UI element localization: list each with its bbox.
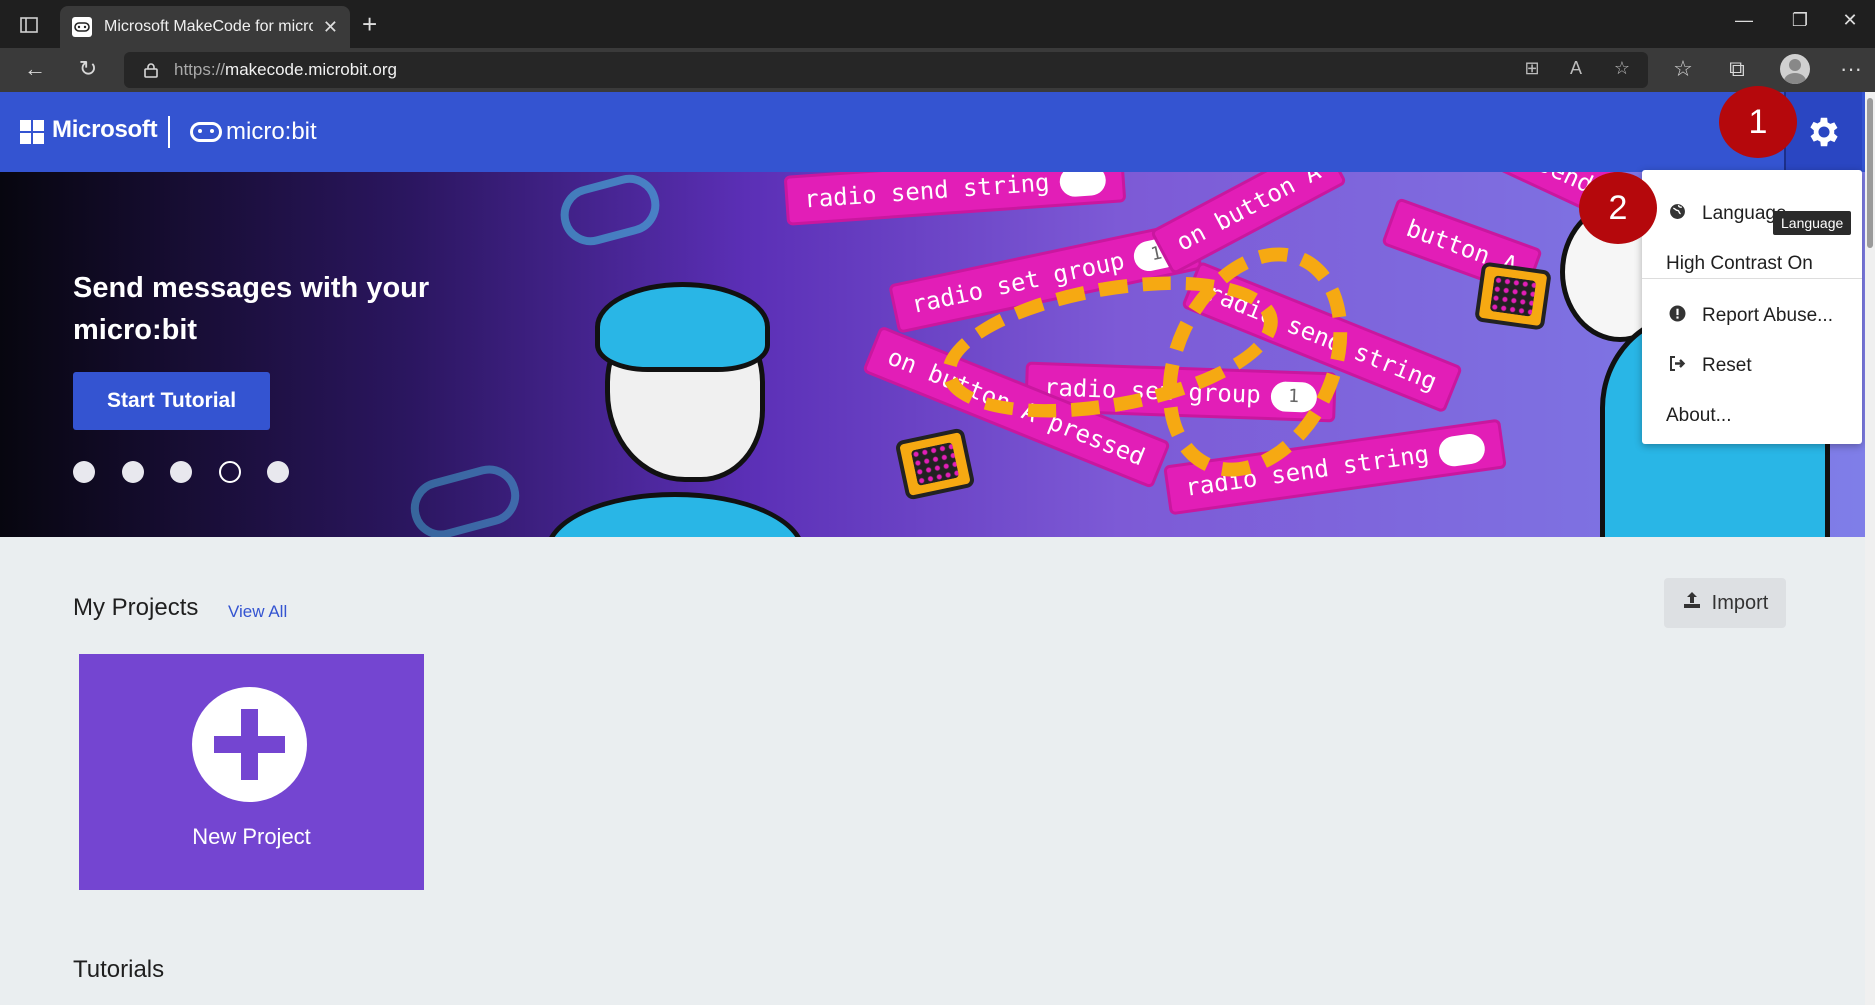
microbit-outline-decoration [404, 458, 526, 537]
header-divider [168, 116, 170, 148]
carousel-dot[interactable] [170, 461, 192, 483]
microbit-logo[interactable]: micro:bit [190, 118, 317, 146]
collections-icon[interactable]: ⧉ [1722, 56, 1752, 82]
carousel-dot[interactable] [122, 461, 144, 483]
microbit-device-icon [894, 427, 976, 501]
new-project-card[interactable]: New Project [79, 654, 424, 890]
tab-title: Microsoft MakeCode for micro:bit [104, 18, 313, 35]
profile-avatar[interactable] [1780, 54, 1810, 84]
app-available-icon[interactable]: ⊞ [1518, 58, 1546, 79]
menu-item-about[interactable]: About... [1642, 396, 1862, 436]
upload-icon [1682, 590, 1702, 616]
microsoft-logo-icon[interactable] [20, 120, 44, 144]
window-close-icon[interactable]: ✕ [1830, 10, 1870, 31]
menu-item-report-abuse[interactable]: Report Abuse... [1642, 296, 1862, 336]
address-bar[interactable]: https://makecode.microbit.org ⊞ A ☆ [124, 52, 1648, 88]
microbit-favicon-icon [72, 17, 92, 37]
lock-icon [144, 62, 158, 78]
start-tutorial-button[interactable]: Start Tutorial [73, 372, 270, 430]
carousel-dot[interactable] [73, 461, 95, 483]
browser-tab[interactable]: Microsoft MakeCode for micro:bit ✕ [60, 6, 350, 48]
code-block: radio send string [783, 172, 1126, 226]
microbit-outline-decoration [553, 172, 667, 252]
more-options-icon[interactable]: ··· [1836, 56, 1866, 82]
menu-divider [1642, 278, 1862, 279]
page-scrollbar[interactable] [1865, 92, 1875, 1005]
my-projects-heading: My Projects [73, 594, 199, 621]
microbit-device-icon [1474, 261, 1552, 331]
import-label: Import [1711, 591, 1769, 614]
settings-button[interactable] [1784, 92, 1862, 172]
callout-badge-2: 2 [1579, 172, 1657, 244]
view-all-link[interactable]: View All [228, 602, 287, 622]
microsoft-wordmark[interactable]: Microsoft [52, 116, 158, 144]
hero-title: Send messages with your micro:bit [73, 272, 430, 346]
menu-item-label: High Contrast On [1666, 253, 1813, 274]
browser-toolbar: ← ↻ https://makecode.microbit.org ⊞ A ☆ … [0, 48, 1875, 92]
menu-item-reset[interactable]: Reset [1642, 346, 1862, 386]
sign-out-icon [1666, 356, 1688, 376]
tutorials-heading: Tutorials [73, 956, 165, 983]
tab-close-icon[interactable]: ✕ [323, 17, 338, 38]
favorites-icon[interactable]: ☆ [1668, 56, 1698, 82]
callout-badge-1: 1 [1719, 86, 1797, 158]
carousel-dot[interactable] [267, 461, 289, 483]
microbit-pill-icon [190, 122, 222, 142]
refresh-icon[interactable]: ↻ [73, 56, 103, 82]
read-aloud-icon[interactable]: A [1562, 58, 1590, 79]
globe-icon [1666, 203, 1688, 225]
new-tab-icon[interactable]: + [362, 10, 377, 38]
site-header: Microsoft micro:bit [0, 92, 1865, 172]
menu-item-label: Reset [1702, 355, 1752, 376]
exclamation-icon [1666, 305, 1688, 327]
menu-item-label: About... [1666, 405, 1732, 426]
carousel-dot-active[interactable] [219, 461, 241, 483]
minimize-icon[interactable]: — [1724, 10, 1764, 31]
language-tooltip: Language [1773, 211, 1852, 235]
url-text: https://makecode.microbit.org [174, 60, 397, 79]
microbit-wordmark: micro:bit [226, 118, 317, 145]
new-project-label: New Project [192, 824, 311, 849]
back-icon[interactable]: ← [20, 56, 50, 82]
gear-icon [1810, 117, 1838, 147]
import-button[interactable]: Import [1664, 578, 1786, 628]
tab-actions-icon[interactable] [14, 12, 44, 38]
browser-title-bar: Microsoft MakeCode for micro:bit ✕ + — ❐… [0, 0, 1875, 48]
restore-icon[interactable]: ❐ [1780, 10, 1820, 31]
scrollbar-thumb[interactable] [1867, 98, 1873, 248]
menu-item-label: Report Abuse... [1702, 305, 1833, 326]
boy-illustration [545, 282, 815, 537]
plus-icon [192, 687, 307, 802]
add-favorite-icon[interactable]: ☆ [1608, 58, 1636, 79]
